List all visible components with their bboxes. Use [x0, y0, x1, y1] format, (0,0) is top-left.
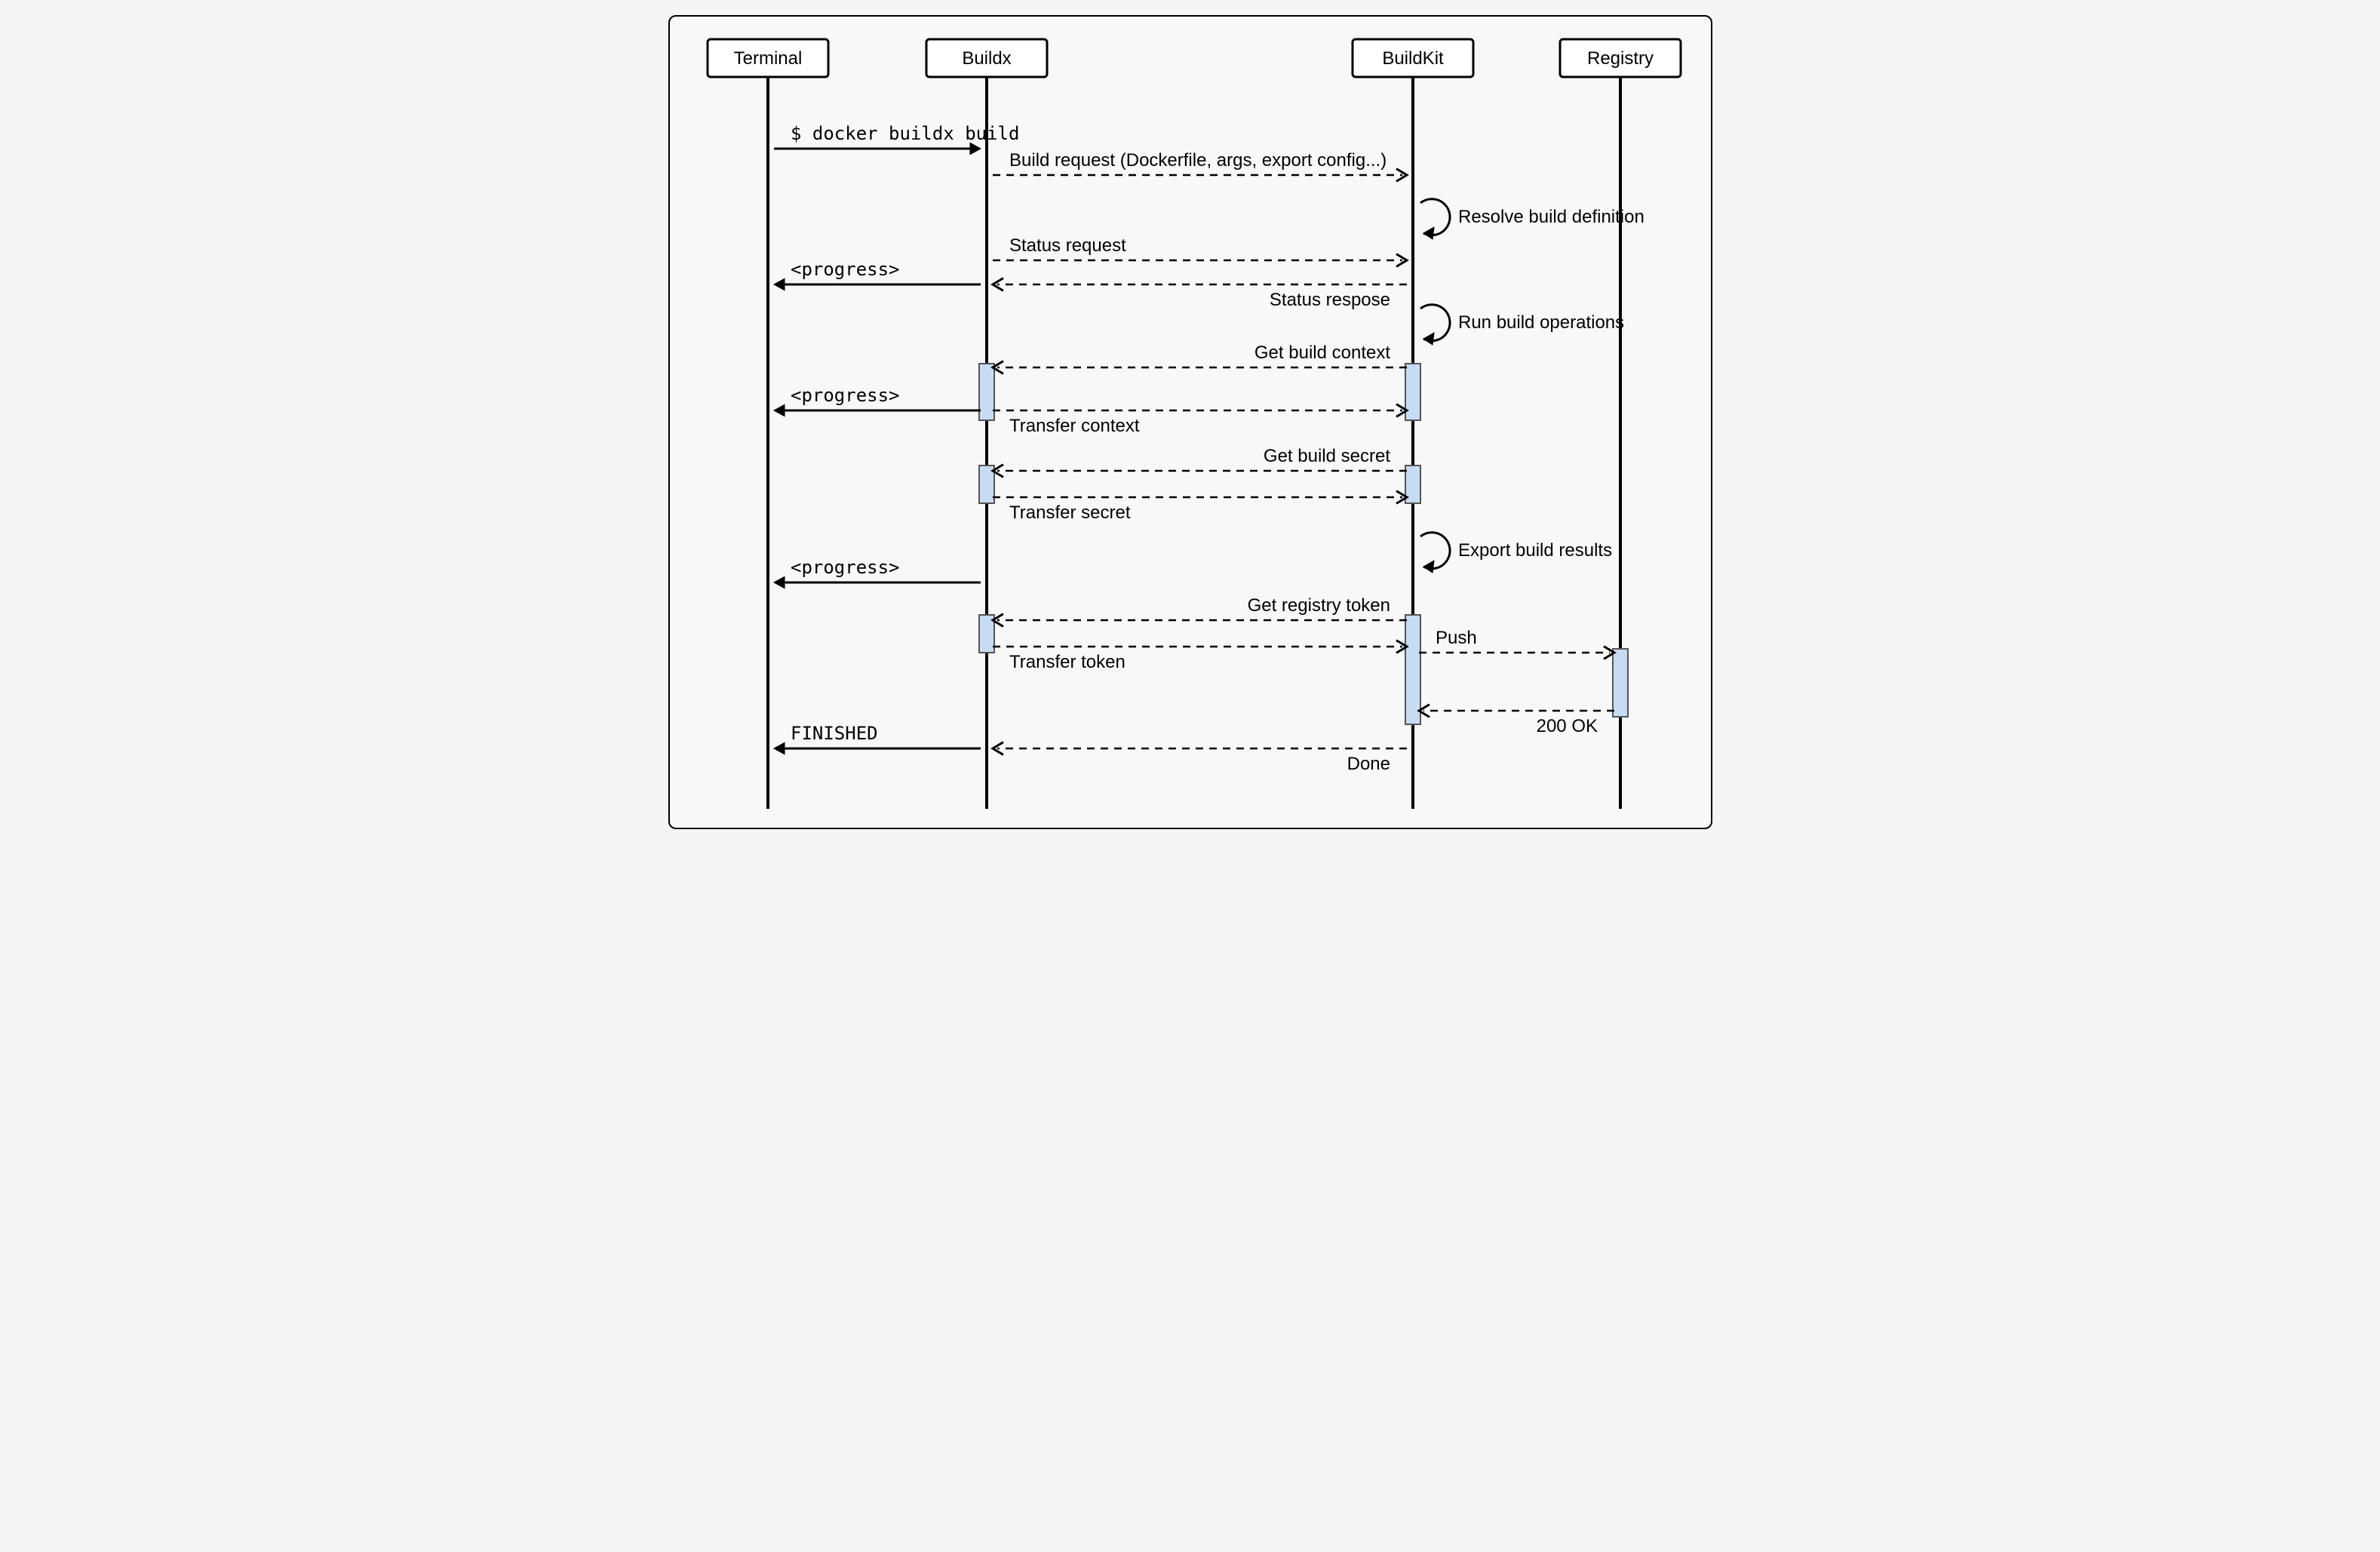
self-message [1420, 305, 1450, 341]
svg-text:<progress>: <progress> [791, 259, 900, 280]
svg-text:FINISHED: FINISHED [791, 723, 878, 744]
activation-bar [979, 364, 994, 420]
svg-text:Get build secret: Get build secret [1263, 446, 1390, 466]
svg-text:$ docker buildx build: $ docker buildx build [791, 123, 1019, 144]
svg-text:Export build results: Export build results [1458, 540, 1612, 561]
svg-text:Get registry token: Get registry token [1247, 595, 1390, 616]
svg-text:<progress>: <progress> [791, 385, 900, 406]
svg-text:Transfer secret: Transfer secret [1009, 502, 1131, 523]
svg-text:Push: Push [1436, 628, 1477, 648]
svg-text:<progress>: <progress> [791, 557, 900, 578]
svg-text:BuildKit: BuildKit [1382, 48, 1444, 69]
self-message [1420, 533, 1450, 569]
svg-text:Transfer context: Transfer context [1009, 416, 1140, 436]
activation-bar [1405, 615, 1420, 724]
svg-text:Get build context: Get build context [1254, 343, 1390, 363]
activation-bar [1613, 649, 1628, 717]
svg-text:Status respose: Status respose [1269, 290, 1390, 310]
svg-text:Resolve build definition: Resolve build definition [1458, 207, 1645, 227]
svg-text:Registry: Registry [1586, 48, 1653, 69]
svg-text:Buildx: Buildx [962, 48, 1011, 69]
svg-text:Done: Done [1347, 754, 1390, 774]
self-message [1420, 199, 1450, 235]
svg-text:Status request: Status request [1009, 235, 1126, 256]
svg-text:200 OK: 200 OK [1536, 716, 1597, 736]
svg-text:Build request (Dockerfile, arg: Build request (Dockerfile, args, export … [1009, 150, 1387, 171]
sequence-diagram-frame: $ docker buildx build Build request (Dock… [668, 15, 1712, 829]
svg-text:Transfer token: Transfer token [1009, 652, 1126, 672]
svg-text:Terminal: Terminal [733, 48, 802, 69]
svg-text:Run build operations: Run build operations [1458, 312, 1624, 333]
activation-bar [1405, 364, 1420, 420]
